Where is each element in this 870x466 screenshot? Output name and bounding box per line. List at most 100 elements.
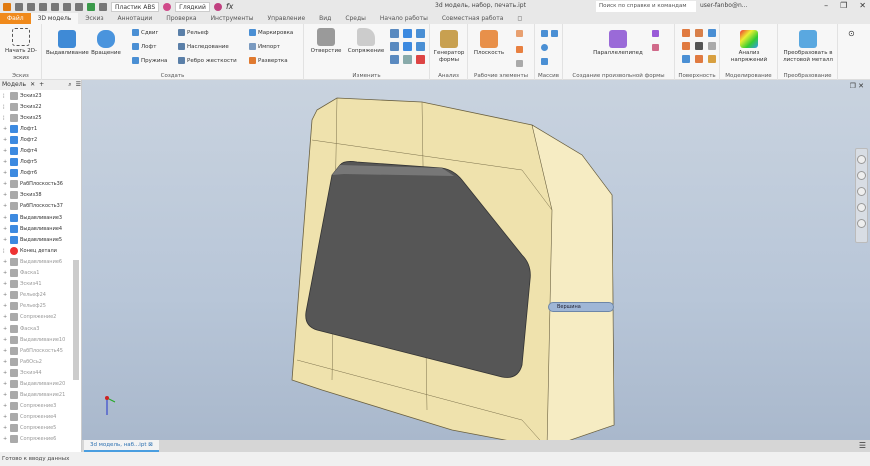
browser-item[interactable]: + Фаска3 — [0, 323, 81, 334]
document-tab[interactable]: 3d модель, наб...ipt ⊠ — [84, 440, 159, 452]
tab-manage[interactable]: Управление — [261, 13, 313, 24]
look-at-icon[interactable] — [857, 219, 866, 228]
split-icon[interactable] — [416, 42, 425, 51]
appearance-select[interactable]: Глядкий — [175, 1, 210, 12]
tab-tools[interactable]: Инструменты — [204, 13, 261, 24]
box-freeform-button[interactable]: Параллелепипед — [583, 30, 653, 57]
expand-icon[interactable]: + — [3, 403, 8, 409]
expand-icon[interactable]: + — [3, 436, 8, 442]
expand-icon[interactable]: + — [3, 181, 8, 187]
expand-icon[interactable]: ¦ — [3, 104, 8, 110]
user-account[interactable]: user-fanbo@n... — [700, 2, 747, 9]
selection-tooltip[interactable]: Вершина — [548, 302, 614, 312]
search-icon[interactable]: ⌕ — [68, 80, 71, 90]
expand-icon[interactable]: + — [3, 192, 8, 198]
browser-item[interactable]: + Сопряжение5 — [0, 423, 81, 434]
update-icon[interactable] — [87, 2, 95, 11]
expand-icon[interactable]: + — [3, 370, 8, 376]
import-button[interactable]: Импорт — [249, 43, 280, 50]
start-sketch-button[interactable]: Начать 2D-эскиз — [4, 28, 38, 62]
expand-icon[interactable]: + — [3, 270, 8, 276]
emboss-button[interactable]: Рельеф — [178, 29, 209, 36]
convert-sheet-metal-button[interactable]: Преобразовать в листовой металл — [780, 30, 836, 64]
appearance-icon[interactable] — [213, 2, 222, 11]
expand-icon[interactable]: + — [3, 314, 8, 320]
derive-button[interactable]: Наследование — [178, 43, 229, 50]
patch-icon[interactable] — [708, 29, 716, 37]
expand-icon[interactable]: + — [3, 326, 8, 332]
repair-icon[interactable] — [682, 55, 690, 63]
restore-button[interactable]: ❐ — [840, 1, 847, 10]
close-button[interactable]: ✕ — [859, 1, 866, 10]
expand-icon[interactable]: ¦ — [3, 93, 8, 99]
minimize-button[interactable]: – — [824, 1, 828, 10]
stitch-icon[interactable] — [682, 29, 690, 37]
browser-item[interactable]: + Лофт1 — [0, 123, 81, 134]
browser-item[interactable]: ¦ Эскиз23 — [0, 90, 81, 101]
expand-icon[interactable]: + — [3, 203, 8, 209]
freeform-icon[interactable] — [652, 30, 659, 37]
browser-item[interactable]: + Выдавливание5 — [0, 234, 81, 245]
close-tab-icon[interactable]: ⊠ — [148, 442, 153, 448]
browser-item[interactable]: + Сопряжение3 — [0, 401, 81, 412]
thicken-icon[interactable] — [390, 55, 399, 64]
shape-generator-button[interactable]: Генератор формы — [431, 30, 467, 64]
coil-button[interactable]: Пружина — [132, 57, 167, 64]
expand-icon[interactable]: + — [3, 414, 8, 420]
material-select[interactable]: Пластик ABS — [111, 1, 160, 12]
face-icon[interactable] — [652, 44, 659, 51]
thread-icon[interactable] — [390, 42, 399, 51]
zoom-icon[interactable] — [857, 187, 866, 196]
ucs-icon[interactable] — [516, 60, 523, 67]
add-icon[interactable]: + — [39, 80, 44, 90]
browser-item[interactable]: + Лофт2 — [0, 134, 81, 145]
tab-view[interactable]: Вид — [312, 13, 338, 24]
extrude-button[interactable]: Выдавливание — [46, 30, 89, 57]
home-icon[interactable] — [75, 2, 83, 11]
browser-item[interactable]: + Выдавливание20 — [0, 378, 81, 389]
browser-item[interactable]: + Эскиз44 — [0, 367, 81, 378]
browser-item[interactable]: + Рельеф24 — [0, 290, 81, 301]
mirror-icon[interactable] — [551, 30, 558, 37]
browser-item[interactable]: ¦ Эскиз25 — [0, 112, 81, 123]
shell-icon[interactable] — [403, 29, 412, 38]
rect-pattern-icon[interactable] — [541, 30, 548, 37]
expand-icon[interactable]: + — [3, 281, 8, 287]
browser-item[interactable]: + Сопряжение2 — [0, 312, 81, 323]
expand-icon[interactable]: + — [3, 159, 8, 165]
browser-item[interactable]: + Выдавливание6 — [0, 256, 81, 267]
expand-icon[interactable]: ¦ — [3, 115, 8, 121]
browser-item[interactable]: + РабПлоскость37 — [0, 201, 81, 212]
3d-viewport[interactable]: ❐ ✕ — [82, 80, 870, 449]
expand-icon[interactable]: + — [3, 303, 8, 309]
browser-item[interactable]: + Эскиз38 — [0, 190, 81, 201]
browser-item[interactable]: + РабПлоскость36 — [0, 179, 81, 190]
stress-analysis-button[interactable]: Анализ напряжений — [724, 30, 774, 64]
browser-item[interactable]: + Выдавливание21 — [0, 390, 81, 401]
expand-icon[interactable]: + — [3, 126, 8, 132]
revolve-button[interactable]: Вращение — [90, 30, 122, 57]
expand-icon[interactable]: + — [3, 215, 8, 221]
expand-icon[interactable]: + — [3, 226, 8, 232]
expand-icon[interactable]: + — [3, 237, 8, 243]
browser-item[interactable]: + Лофт5 — [0, 157, 81, 168]
expand-icon[interactable]: + — [3, 337, 8, 343]
trim-icon[interactable] — [682, 42, 690, 50]
browser-item[interactable]: + Выдавливание3 — [0, 212, 81, 223]
expand-icon[interactable]: + — [3, 170, 8, 176]
fit-mesh-icon[interactable] — [695, 55, 703, 63]
browser-item[interactable]: + Сопряжение4 — [0, 412, 81, 423]
expand-icon[interactable]: ¦ — [3, 248, 8, 254]
circ-pattern-icon[interactable] — [541, 44, 548, 51]
browser-item[interactable]: + Эскиз41 — [0, 279, 81, 290]
function-icon[interactable]: fx — [226, 2, 234, 11]
extend-icon[interactable] — [695, 42, 703, 50]
delete-face-icon[interactable] — [416, 55, 425, 64]
browser-item[interactable]: + Рельеф25 — [0, 301, 81, 312]
plane-button[interactable]: Плоскость — [472, 30, 506, 57]
browser-item[interactable]: + Выдавливание4 — [0, 223, 81, 234]
redo-icon[interactable] — [63, 2, 71, 11]
replace-face-icon[interactable] — [708, 42, 716, 50]
browser-item[interactable]: ¦ Конец детали — [0, 245, 81, 256]
browser-item[interactable]: + РабОсь2 — [0, 356, 81, 367]
